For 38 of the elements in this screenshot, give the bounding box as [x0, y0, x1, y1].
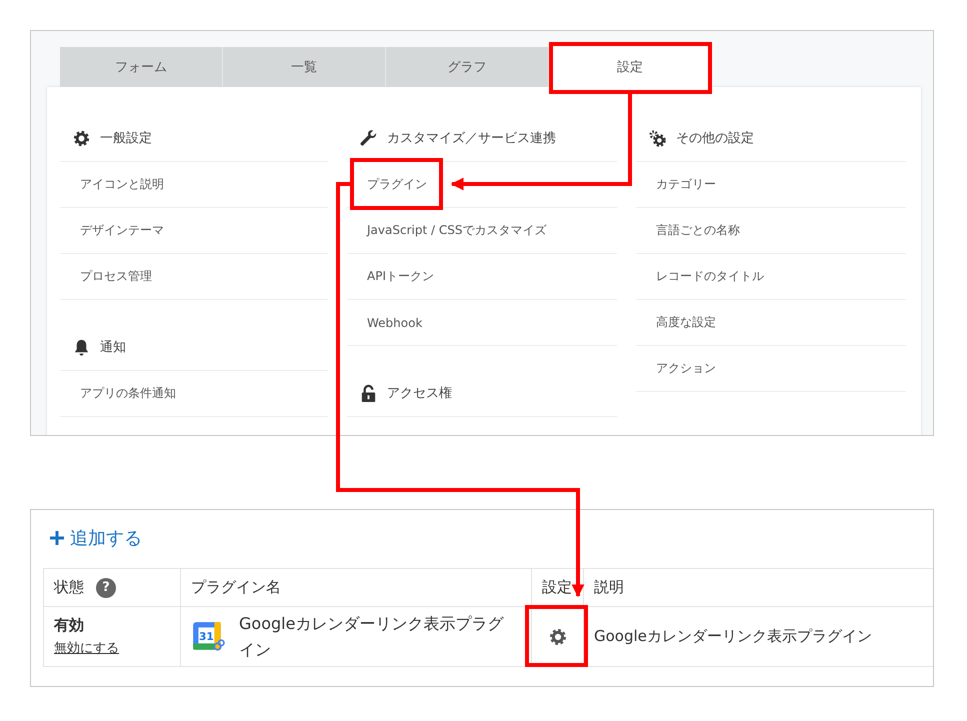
- column-label: 状態: [54, 578, 84, 597]
- section-heading: カスタマイズ／サービス連携: [387, 130, 556, 147]
- gear-icon: [72, 128, 91, 148]
- status-text: 有効: [54, 616, 85, 635]
- settings-link[interactable]: JavaScript / CSSでカスタマイズ: [347, 208, 617, 254]
- highlight-frame: [525, 605, 588, 667]
- settings-icon[interactable]: [548, 626, 568, 646]
- settings-link[interactable]: デザインテーマ: [60, 208, 328, 254]
- help-icon[interactable]: ?: [96, 578, 116, 598]
- plugin-name: Googleカレンダーリンク表示プラグイン: [239, 612, 505, 660]
- padlock-icon: [359, 384, 378, 402]
- settings-link[interactable]: レコードのタイトル: [636, 254, 906, 300]
- column-header: 設定: [532, 568, 584, 606]
- section-heading: 一般設定: [100, 130, 152, 147]
- column-header: プラグイン名: [180, 568, 532, 606]
- wrench-icon: [359, 128, 378, 148]
- bell-icon: [72, 338, 91, 356]
- settings-link[interactable]: 言語ごとの名称: [636, 208, 906, 254]
- tab[interactable]: 一覧: [223, 47, 386, 87]
- column-header: 説明: [584, 568, 933, 606]
- add-button[interactable]: 追加する: [49, 524, 142, 552]
- tab[interactable]: グラフ: [386, 47, 549, 87]
- plus-icon: [49, 530, 65, 546]
- settings-link[interactable]: Webhook: [347, 300, 617, 346]
- settings-link[interactable]: アクション: [636, 346, 906, 392]
- settings-link[interactable]: カテゴリー: [636, 162, 906, 208]
- settings-link[interactable]: アプリの条件通知: [60, 371, 328, 417]
- section-heading: アクセス権: [387, 385, 452, 402]
- settings-link[interactable]: プラグイン: [347, 162, 617, 208]
- section-heading: 通知: [100, 339, 126, 356]
- settings-link[interactable]: APIトークン: [347, 254, 617, 300]
- settings-link[interactable]: プロセス管理: [60, 254, 328, 300]
- settings-link[interactable]: 高度な設定: [636, 300, 906, 346]
- gears-icon: [648, 128, 667, 148]
- section-heading: その他の設定: [676, 130, 754, 147]
- tab[interactable]: フォーム: [60, 47, 223, 87]
- disable-link[interactable]: 無効にする: [54, 639, 119, 657]
- settings-link[interactable]: アイコンと説明: [60, 162, 328, 208]
